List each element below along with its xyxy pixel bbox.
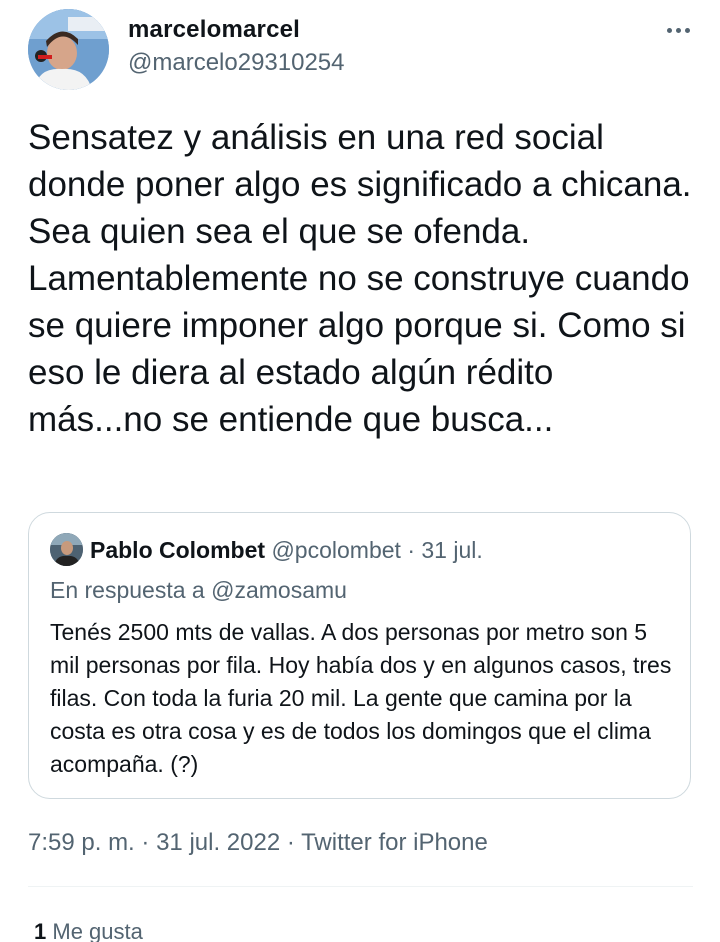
tweet-source[interactable]: Twitter for iPhone [301,829,488,856]
tweet-detail: marcelomarcel @marcelo29310254 Sensatez … [0,0,720,942]
author-handle[interactable]: @marcelo29310254 [128,48,345,78]
quoted-author-handle: @pcolombet [271,537,401,563]
author-avatar-image [28,9,109,90]
meta-separator: · [141,829,150,856]
quoted-tweet-card[interactable]: Pablo Colombet @pcolombet · 31 jul. En r… [28,512,691,799]
tweet-time[interactable]: 7:59 p. m. [28,829,135,856]
quoted-tweet-date: 31 jul. [421,537,483,563]
likes-count-link[interactable]: 1 Me gusta [34,917,143,942]
quoted-author-name: Pablo Colombet [90,537,266,563]
quoted-avatar-image [50,533,83,566]
more-icon-dot [675,27,681,33]
tweet-metadata: 7:59 p. m. · 31 jul. 2022 · Twitter for … [28,828,488,858]
quoted-tweet-text: Tenés 2500 mts de vallas. A dos personas… [50,619,672,777]
more-icon [666,27,672,33]
more-icon-dot [684,27,690,33]
tweet-date[interactable]: 31 jul. 2022 [156,829,280,856]
quoted-meta-separator: · [407,537,415,563]
quoted-reply-context: En respuesta a @zamosamu [50,577,347,603]
author-avatar[interactable] [28,9,109,90]
meta-separator-2: · [286,829,295,856]
likes-label: Me gusta [52,919,143,942]
divider [28,886,693,887]
author-display-name[interactable]: marcelomarcel [128,15,300,45]
quoted-author-avatar [50,533,83,566]
likes-count: 1 [34,919,47,942]
tweet-text: Sensatez y análisis en una red social do… [28,118,692,439]
quoted-tweet-header: Pablo Colombet @pcolombet · 31 jul. [90,535,483,565]
more-options-button[interactable] [660,14,696,46]
